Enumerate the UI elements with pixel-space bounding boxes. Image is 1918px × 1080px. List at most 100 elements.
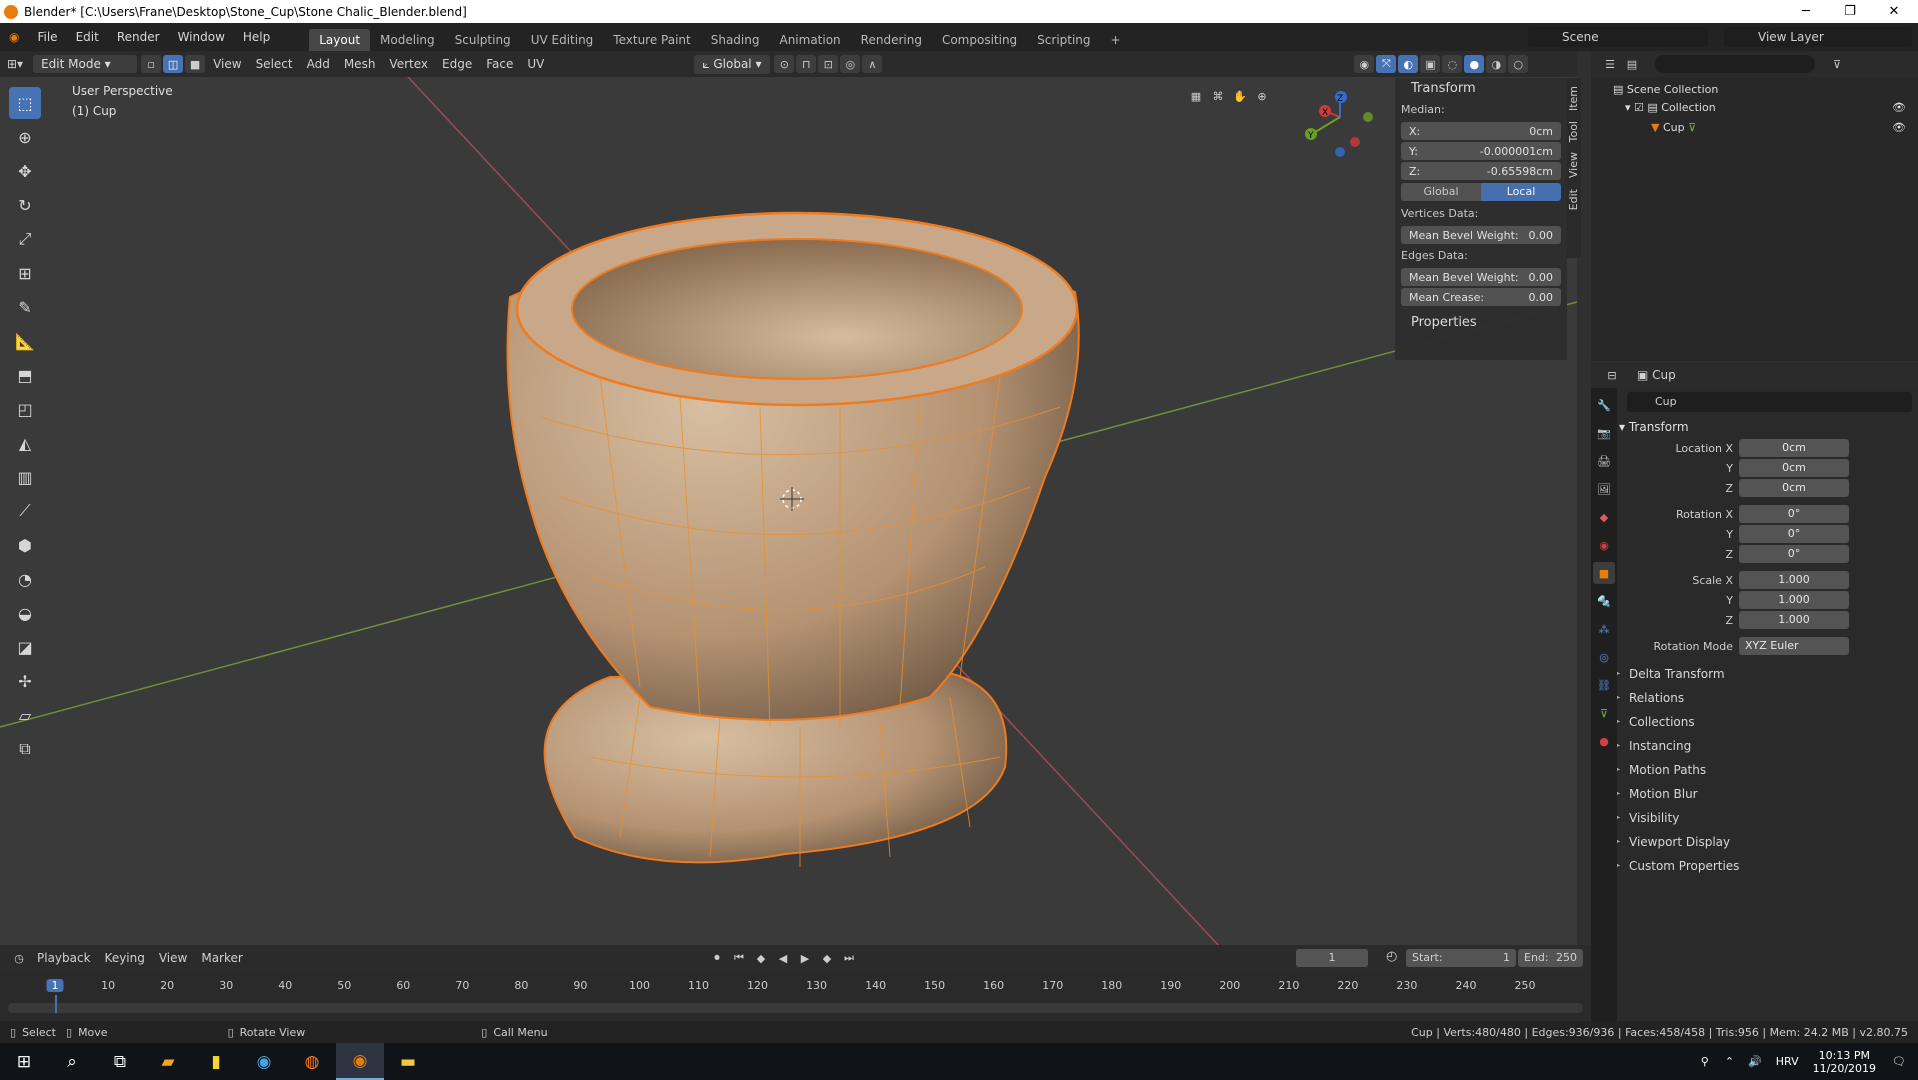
tab-animation[interactable]: Animation bbox=[769, 29, 850, 51]
measure-tool-icon[interactable]: 📐 bbox=[9, 325, 41, 357]
filter-icon[interactable]: ⊽ bbox=[1827, 55, 1847, 73]
section-viewport-display[interactable]: Viewport Display bbox=[1603, 830, 1918, 854]
rendered-shading-icon[interactable]: ○ bbox=[1508, 55, 1529, 73]
annotate-tool-icon[interactable]: ✎ bbox=[9, 291, 41, 323]
section-relations[interactable]: Relations bbox=[1603, 686, 1918, 710]
knife-tool-icon[interactable]: ⟋ bbox=[9, 495, 41, 527]
solid-shading-icon[interactable]: ● bbox=[1464, 55, 1485, 73]
section-instancing[interactable]: Instancing bbox=[1603, 734, 1918, 758]
language-indicator[interactable]: HRV bbox=[1776, 1055, 1799, 1068]
add-workspace-button[interactable]: + bbox=[1101, 29, 1131, 51]
data-tab-icon[interactable]: ⊽ bbox=[1593, 702, 1615, 724]
orientation-dropdown[interactable]: ⟀ Global ▾ bbox=[694, 54, 771, 74]
pan-hand-icon[interactable]: ✋ bbox=[1230, 87, 1250, 105]
pivot-icon[interactable]: ⊙ bbox=[774, 55, 795, 73]
menu-file[interactable]: File bbox=[28, 23, 66, 51]
menu-add[interactable]: Add bbox=[300, 57, 337, 71]
extrude-tool-icon[interactable]: ⬒ bbox=[9, 359, 41, 391]
tab-layout[interactable]: Layout bbox=[309, 29, 371, 51]
shear-tool-icon[interactable]: ▱ bbox=[9, 699, 41, 731]
scale-tool-icon[interactable]: ⤢ bbox=[9, 223, 41, 255]
ortho-toggle-icon[interactable]: ⌘ bbox=[1208, 87, 1228, 105]
scale-x-field[interactable]: 1.000 bbox=[1739, 571, 1849, 589]
scale-y-field[interactable]: 1.000 bbox=[1739, 591, 1849, 609]
navigation-gizmo[interactable]: Z X Y bbox=[1305, 91, 1373, 157]
rotation-x-field[interactable]: 0° bbox=[1739, 505, 1849, 523]
play-icon[interactable]: ▶ bbox=[795, 949, 815, 967]
view-layer-tab-icon[interactable]: 🖼 bbox=[1593, 478, 1615, 500]
viewport-canvas[interactable]: Z X Y bbox=[0, 77, 1577, 945]
file-explorer-icon[interactable]: ▬ bbox=[384, 1043, 432, 1080]
gizmo-toggle-icon[interactable]: ⤧ bbox=[1376, 55, 1397, 73]
menu-playback[interactable]: Playback bbox=[30, 951, 98, 965]
rip-tool-icon[interactable]: ⧉ bbox=[9, 733, 41, 765]
tab-uv-editing[interactable]: UV Editing bbox=[521, 29, 604, 51]
median-y-field[interactable]: Y: -0.000001cm bbox=[1401, 142, 1561, 160]
next-keyframe-icon[interactable]: ◆ bbox=[817, 949, 837, 967]
zoom-icon[interactable]: ⊕ bbox=[1252, 87, 1272, 105]
browser-icon[interactable]: ◉ bbox=[240, 1043, 288, 1080]
jump-start-icon[interactable]: ⏮ bbox=[729, 949, 749, 967]
output-tab-icon[interactable]: 🖨 bbox=[1593, 450, 1615, 472]
tab-sculpting[interactable]: Sculpting bbox=[445, 29, 521, 51]
scale-z-field[interactable]: 1.000 bbox=[1739, 611, 1849, 629]
clock[interactable]: 10:13 PM 11/20/2019 bbox=[1813, 1049, 1876, 1075]
tab-modeling[interactable]: Modeling bbox=[370, 29, 445, 51]
sidebar-tab-tool[interactable]: Tool bbox=[1567, 119, 1580, 144]
wireframe-shading-icon[interactable]: ◌ bbox=[1442, 55, 1463, 73]
menu-select[interactable]: Select bbox=[249, 57, 300, 71]
collection-visibility-icon[interactable]: 👁 bbox=[1892, 101, 1906, 114]
mode-dropdown[interactable]: Edit Mode ▾ bbox=[33, 55, 138, 73]
menu-mesh[interactable]: Mesh bbox=[337, 57, 383, 71]
menu-face[interactable]: Face bbox=[479, 57, 520, 71]
windows-start-icon[interactable]: ⊞ bbox=[0, 1043, 48, 1080]
menu-view[interactable]: View bbox=[206, 57, 248, 71]
scene-selector[interactable]: Scene bbox=[1528, 27, 1708, 47]
firefox-icon[interactable]: ◍ bbox=[288, 1043, 336, 1080]
spin-tool-icon[interactable]: ◔ bbox=[9, 563, 41, 595]
timeline-ruler[interactable]: 1 10 20 30 40 50 60 70 80 90 100 110 120 130 140 150 160… bbox=[0, 975, 1591, 1013]
median-x-field[interactable]: X: 0cm bbox=[1401, 122, 1561, 140]
prev-keyframe-icon[interactable]: ◆ bbox=[751, 949, 771, 967]
location-z-field[interactable]: 0cm bbox=[1739, 479, 1849, 497]
edge-bevel-weight-field[interactable]: Mean Bevel Weight: 0.00 bbox=[1401, 268, 1561, 286]
mean-crease-field[interactable]: Mean Crease: 0.00 bbox=[1401, 288, 1561, 306]
tab-rendering[interactable]: Rendering bbox=[851, 29, 932, 51]
sticky-notes-icon[interactable]: ▮ bbox=[192, 1043, 240, 1080]
world-tab-icon[interactable]: ◉ bbox=[1593, 534, 1615, 556]
move-tool-icon[interactable]: ✥ bbox=[9, 155, 41, 187]
menu-vertex[interactable]: Vertex bbox=[382, 57, 435, 71]
task-view-icon[interactable]: ⧉ bbox=[96, 1043, 144, 1080]
cursor-tool-icon[interactable]: ⊕ bbox=[9, 121, 41, 153]
outliner-collection[interactable]: ▾ ☑ ▤ Collection 👁 bbox=[1591, 97, 1918, 117]
rotation-z-field[interactable]: 0° bbox=[1739, 545, 1849, 563]
minimize-button[interactable]: ─ bbox=[1784, 0, 1828, 23]
rotate-tool-icon[interactable]: ↻ bbox=[9, 189, 41, 221]
face-select-icon[interactable]: ■ bbox=[185, 55, 206, 73]
blender-menu-icon[interactable]: ◉ bbox=[0, 23, 28, 51]
edge-slide-tool-icon[interactable]: ◪ bbox=[9, 631, 41, 663]
loop-cut-tool-icon[interactable]: ▥ bbox=[9, 461, 41, 493]
modifier-tab-icon[interactable]: 🔩 bbox=[1593, 590, 1615, 612]
select-box-tool-icon[interactable]: ⬚ bbox=[9, 87, 41, 119]
menu-uv[interactable]: UV bbox=[520, 57, 551, 71]
sidebar-tab-view[interactable]: View bbox=[1567, 150, 1580, 180]
properties-panel-header[interactable]: Properties bbox=[1395, 312, 1567, 334]
blender-taskbar-icon[interactable]: ◉ bbox=[336, 1043, 384, 1080]
section-custom-properties[interactable]: Custom Properties bbox=[1603, 854, 1918, 878]
menu-timeline-view[interactable]: View bbox=[152, 951, 194, 965]
global-button[interactable]: Global bbox=[1401, 183, 1481, 201]
start-frame-field[interactable]: Start: 1 bbox=[1406, 949, 1516, 967]
section-delta-transform[interactable]: Delta Transform bbox=[1603, 662, 1918, 686]
falloff-icon[interactable]: ∧ bbox=[862, 55, 883, 73]
shrink-fatten-tool-icon[interactable]: ✢ bbox=[9, 665, 41, 697]
tab-compositing[interactable]: Compositing bbox=[932, 29, 1027, 51]
record-icon[interactable]: ⏺ bbox=[707, 949, 727, 967]
notifications-icon[interactable]: 🗨 bbox=[1892, 1055, 1906, 1068]
tab-texture-paint[interactable]: Texture Paint bbox=[603, 29, 700, 51]
close-button[interactable]: ✕ bbox=[1872, 0, 1916, 23]
menu-keying[interactable]: Keying bbox=[98, 951, 152, 965]
sidebar-tab-edit[interactable]: Edit bbox=[1567, 187, 1580, 212]
inset-tool-icon[interactable]: ◰ bbox=[9, 393, 41, 425]
sidebar-tab-item[interactable]: Item bbox=[1567, 84, 1580, 113]
